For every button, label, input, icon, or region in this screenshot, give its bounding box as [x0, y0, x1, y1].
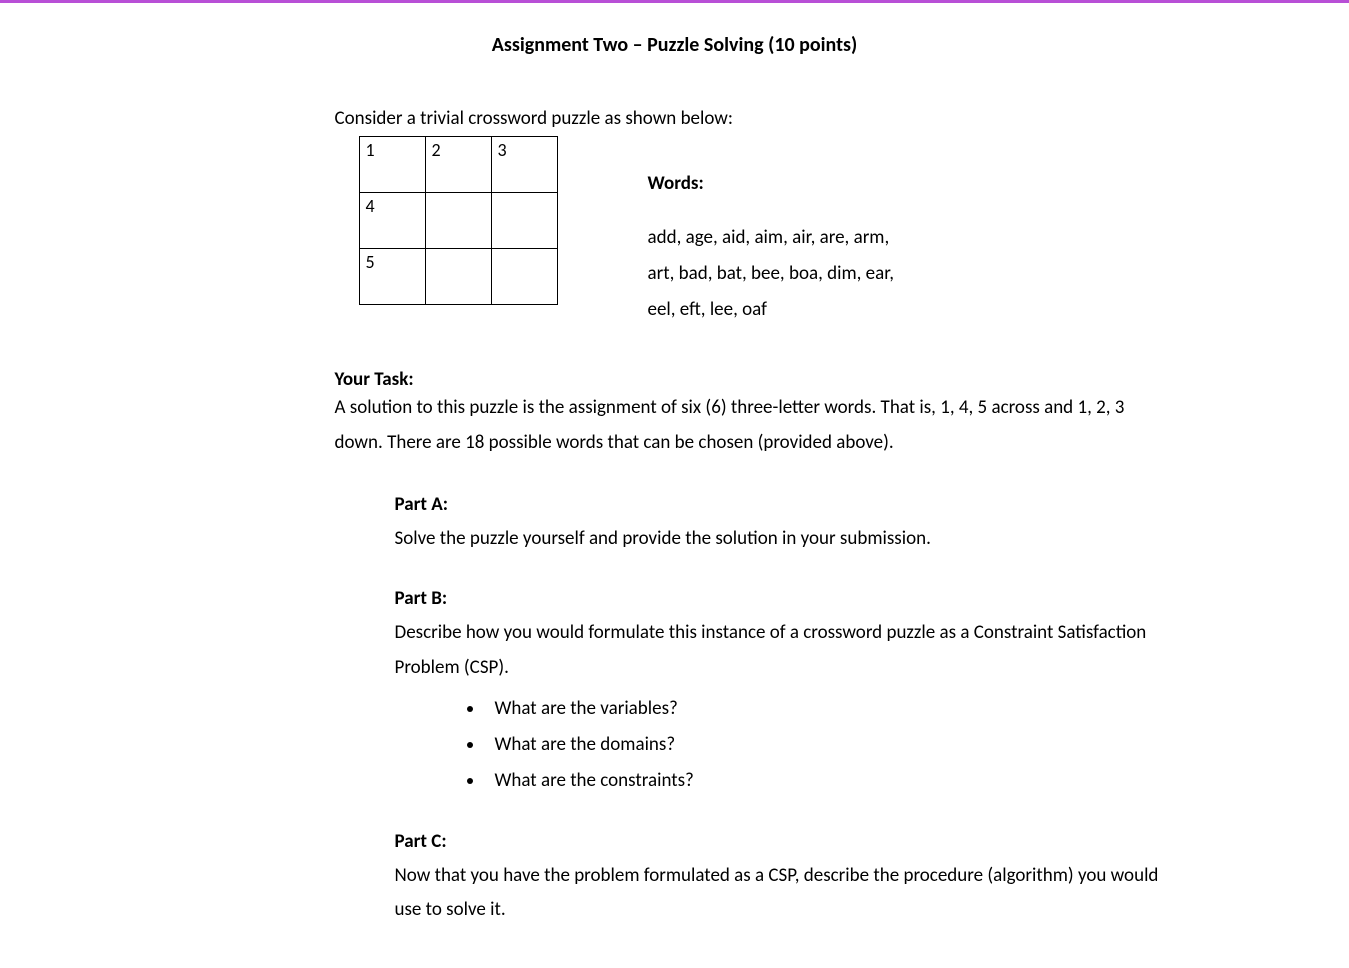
crossword-grid: 1 2 3 4 5 [359, 136, 558, 305]
grid-cell [491, 193, 557, 249]
grid-cell: 2 [425, 137, 491, 193]
part-b-body: Describe how you would formulate this in… [395, 616, 1165, 684]
part-b-heading: Part B: [395, 582, 1165, 616]
part-c-block: Part C: Now that you have the problem fo… [395, 825, 1165, 928]
grid-words-row: 1 2 3 4 5 Words: add, age, aid, aim, air… [359, 136, 1165, 328]
intro-text: Consider a trivial crossword puzzle as s… [335, 107, 1165, 130]
grid-cell: 3 [491, 137, 557, 193]
list-item: What are the variables? [485, 691, 1165, 727]
words-heading: Words: [648, 166, 894, 202]
grid-cell [425, 193, 491, 249]
part-b-block: Part B: Describe how you would formulate… [395, 582, 1165, 799]
task-description: A solution to this puzzle is the assignm… [335, 391, 1165, 459]
words-line: eel, eft, lee, oaf [648, 292, 894, 328]
words-line: add, age, aid, aim, air, are, arm, [648, 220, 894, 256]
part-c-body: Now that you have the problem formulated… [395, 859, 1165, 927]
page-title: Assignment Two – Puzzle Solving (10 poin… [185, 33, 1165, 57]
grid-cell: 1 [359, 137, 425, 193]
words-line: art, bad, bat, bee, boa, dim, ear, [648, 256, 894, 292]
grid-cell: 4 [359, 193, 425, 249]
grid-cell [491, 249, 557, 305]
part-b-bullets: What are the variables? What are the dom… [395, 691, 1165, 799]
part-a-body: Solve the puzzle yourself and provide th… [395, 522, 1165, 556]
list-item: What are the domains? [485, 727, 1165, 763]
table-row: 1 2 3 [359, 137, 557, 193]
list-item: What are the constraints? [485, 763, 1165, 799]
grid-cell [425, 249, 491, 305]
grid-cell: 5 [359, 249, 425, 305]
table-row: 4 [359, 193, 557, 249]
part-a-block: Part A: Solve the puzzle yourself and pr… [395, 488, 1165, 556]
part-c-heading: Part C: [395, 825, 1165, 859]
words-block: Words: add, age, aid, aim, air, are, arm… [648, 136, 894, 328]
part-a-heading: Part A: [395, 488, 1165, 522]
document-page: Assignment Two – Puzzle Solving (10 poin… [125, 3, 1225, 968]
task-heading: Your Task: [335, 368, 1165, 391]
table-row: 5 [359, 249, 557, 305]
